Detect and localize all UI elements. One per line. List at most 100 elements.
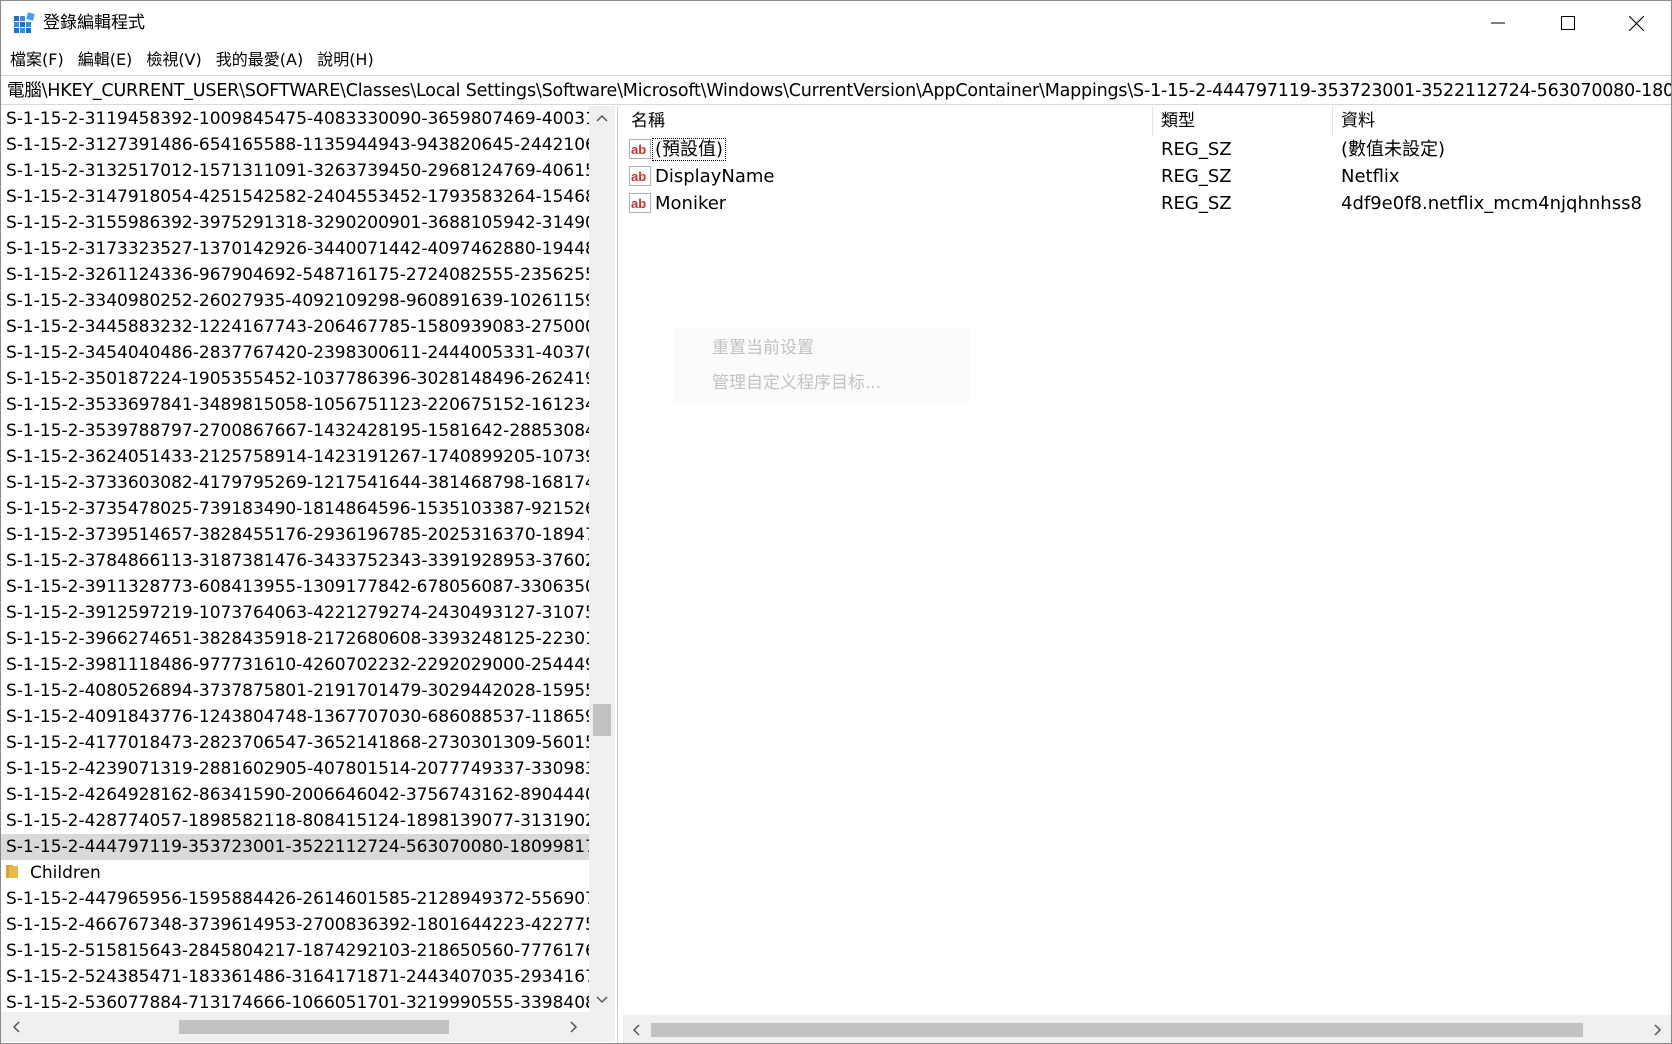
tree-item-children-folder[interactable]: Children: [1, 860, 589, 886]
tree-item[interactable]: S-1-15-2-515815643-2845804217-1874292103…: [1, 938, 589, 964]
tree-item-label: S-1-15-2-3966274651-3828435918-217268060…: [6, 629, 589, 649]
tree-item[interactable]: S-1-15-2-4239071319-2881602905-407801514…: [1, 756, 589, 782]
tree-item[interactable]: S-1-15-2-3340980252-26027935-4092109298-…: [1, 288, 589, 314]
minimize-icon: [1491, 22, 1505, 24]
values-pane: 名稱 類型 資料 ab (預設值) REG_SZ (數值未設定) ab Disp…: [623, 106, 1671, 1043]
tree-item-label: S-1-15-2-3533697841-3489815058-105675112…: [6, 395, 589, 415]
values-horizontal-scroll-thumb[interactable]: [651, 1023, 1583, 1037]
value-row-moniker[interactable]: ab Moniker REG_SZ 4df9e0f8.netflix_mcm4n…: [623, 190, 1671, 217]
tree-item[interactable]: S-1-15-2-3911328773-608413955-1309177842…: [1, 574, 589, 600]
tree-item[interactable]: S-1-15-2-4080526894-3737875801-219170147…: [1, 678, 589, 704]
close-button[interactable]: [1601, 1, 1671, 45]
tree-item-label: S-1-15-2-3261124336-967904692-548716175-…: [6, 265, 589, 285]
chevron-left-icon: [632, 1024, 640, 1036]
svg-text:ab: ab: [631, 196, 646, 211]
tree-item[interactable]: S-1-15-2-536077884-713174666-1066051701-…: [1, 990, 589, 1012]
tree-item[interactable]: S-1-15-2-3533697841-3489815058-105675112…: [1, 392, 589, 418]
tree-item[interactable]: S-1-15-2-3132517012-1571311091-326373945…: [1, 158, 589, 184]
tree-item[interactable]: S-1-15-2-4177018473-2823706547-365214186…: [1, 730, 589, 756]
tree-item[interactable]: S-1-15-2-3127391486-654165588-1135944943…: [1, 132, 589, 158]
value-type: REG_SZ: [1161, 193, 1232, 214]
tree-item[interactable]: S-1-15-2-3147918054-4251542582-240455345…: [1, 184, 589, 210]
chevron-down-icon: [596, 996, 608, 1004]
tree-item-label: S-1-15-2-466767348-3739614953-2700836392…: [6, 915, 589, 935]
string-value-icon: ab: [629, 193, 651, 213]
scroll-up-button[interactable]: [589, 106, 615, 130]
tree-item-label: Children: [30, 863, 101, 883]
tree-item[interactable]: S-1-15-2-524385471-183361486-3164171871-…: [1, 964, 589, 990]
tree-item[interactable]: S-1-15-2-3912597219-1073764063-422127927…: [1, 600, 589, 626]
value-row-displayname[interactable]: ab DisplayName REG_SZ Netflix: [623, 163, 1671, 190]
tree-item[interactable]: S-1-15-2-3784866113-3187381476-343375234…: [1, 548, 589, 574]
values-horizontal-scrollbar[interactable]: [623, 1015, 1671, 1043]
value-row-default[interactable]: ab (預設值) REG_SZ (數值未設定): [623, 136, 1671, 163]
values-scroll-left-button[interactable]: [623, 1018, 649, 1042]
registry-editor-icon: [14, 12, 35, 33]
tree-horizontal-scrollbar[interactable]: [1, 1012, 589, 1042]
scroll-right-button[interactable]: [561, 1015, 587, 1039]
tree-item[interactable]: S-1-15-2-3624051433-2125758914-142319126…: [1, 444, 589, 470]
tree-item-label: S-1-15-2-447965956-1595884426-2614601585…: [6, 889, 589, 909]
tree-item[interactable]: S-1-15-2-4264928162-86341590-2006646042-…: [1, 782, 589, 808]
tree-item[interactable]: S-1-15-2-428774057-1898582118-808415124-…: [1, 808, 589, 834]
address-path[interactable]: 電腦\HKEY_CURRENT_USER\SOFTWARE\Classes\Lo…: [7, 76, 1671, 104]
menu-edit[interactable]: 編輯(E): [71, 45, 140, 75]
menu-favorites[interactable]: 我的最愛(A): [209, 45, 310, 75]
tree-item[interactable]: S-1-15-2-3733603082-4179795269-121754164…: [1, 470, 589, 496]
tree-item[interactable]: S-1-15-2-3739514657-3828455176-293619678…: [1, 522, 589, 548]
tree-item-label: S-1-15-2-444797119-353723001-3522112724-…: [6, 837, 589, 857]
tree-vertical-scroll-thumb[interactable]: [593, 704, 611, 736]
tree-item[interactable]: S-1-15-2-3966274651-3828435918-217268060…: [1, 626, 589, 652]
tree-item[interactable]: S-1-15-2-3261124336-967904692-548716175-…: [1, 262, 589, 288]
tree-item-label: S-1-15-2-3784866113-3187381476-343375234…: [6, 551, 589, 571]
menu-help[interactable]: 說明(H): [310, 45, 381, 75]
close-icon: [1628, 15, 1644, 31]
tree-item-label: S-1-15-2-3147918054-4251542582-240455345…: [6, 187, 589, 207]
address-bar[interactable]: 電腦\HKEY_CURRENT_USER\SOFTWARE\Classes\Lo…: [1, 75, 1671, 105]
tree-item[interactable]: S-1-15-2-3539788797-2700867667-143242819…: [1, 418, 589, 444]
registry-editor-window: 登錄編輯程式 檔案(F) 編輯(E) 檢視(V) 我的最愛(A) 說明(H) 電…: [0, 0, 1672, 1044]
menu-file[interactable]: 檔案(F): [3, 45, 71, 75]
value-type: REG_SZ: [1161, 139, 1232, 160]
tree-item[interactable]: S-1-15-2-3173323527-1370142926-344007144…: [1, 236, 589, 262]
tree-vertical-scrollbar[interactable]: [589, 106, 615, 1012]
title-bar: 登錄編輯程式: [1, 1, 1671, 45]
scroll-left-button[interactable]: [3, 1015, 29, 1039]
maximize-button[interactable]: [1533, 1, 1603, 45]
value-name: Moniker: [655, 193, 727, 214]
scroll-down-button[interactable]: [589, 988, 615, 1012]
values-scroll-right-button[interactable]: [1645, 1018, 1671, 1042]
ghost-menu-item-reset: 重置当前设置: [712, 338, 814, 358]
tree-item-label: S-1-15-2-3454040486-2837767420-239830061…: [6, 343, 589, 363]
tree-horizontal-scroll-thumb[interactable]: [179, 1020, 449, 1034]
menu-view[interactable]: 檢視(V): [139, 45, 208, 75]
tree-item[interactable]: S-1-15-2-3445883232-1224167743-206467785…: [1, 314, 589, 340]
tree-item-label: S-1-15-2-3735478025-739183490-1814864596…: [6, 499, 589, 519]
menu-bar: 檔案(F) 編輯(E) 檢視(V) 我的最愛(A) 說明(H): [1, 45, 1671, 75]
chevron-right-icon: [1654, 1024, 1662, 1036]
column-header-name[interactable]: 名稱: [623, 106, 1153, 136]
scrollbar-corner: [589, 1012, 615, 1042]
tree-item[interactable]: S-1-15-2-3981118486-977731610-4260702232…: [1, 652, 589, 678]
tree-item[interactable]: S-1-15-2-3119458392-1009845475-408333009…: [1, 106, 589, 132]
tree-item[interactable]: S-1-15-2-3155986392-3975291318-329020090…: [1, 210, 589, 236]
value-data: (數值未設定): [1341, 139, 1446, 160]
faded-context-menu: 重置当前设置 管理自定义程序目标...: [676, 329, 968, 401]
minimize-button[interactable]: [1463, 1, 1533, 45]
column-header-data[interactable]: 資料: [1333, 106, 1671, 136]
tree-item[interactable]: S-1-15-2-447965956-1595884426-2614601585…: [1, 886, 589, 912]
tree-item[interactable]: S-1-15-2-4091843776-1243804748-136770703…: [1, 704, 589, 730]
window-title: 登錄編輯程式: [43, 13, 145, 33]
tree-item[interactable]: S-1-15-2-466767348-3739614953-2700836392…: [1, 912, 589, 938]
key-tree-pane: S-1-15-2-3119458392-1009845475-408333009…: [1, 106, 618, 1043]
tree-item[interactable]: S-1-15-2-350187224-1905355452-1037786396…: [1, 366, 589, 392]
tree-item-label: S-1-15-2-3445883232-1224167743-206467785…: [6, 317, 589, 337]
tree-item-label: S-1-15-2-3539788797-2700867667-143242819…: [6, 421, 589, 441]
column-header-type[interactable]: 類型: [1153, 106, 1333, 136]
tree-item[interactable]: S-1-15-2-3735478025-739183490-1814864596…: [1, 496, 589, 522]
tree-item-label: S-1-15-2-3739514657-3828455176-293619678…: [6, 525, 589, 545]
tree-item-label: S-1-15-2-3340980252-26027935-4092109298-…: [6, 291, 589, 311]
tree-item-selected[interactable]: S-1-15-2-444797119-353723001-3522112724-…: [1, 834, 589, 860]
tree-item[interactable]: S-1-15-2-3454040486-2837767420-239830061…: [1, 340, 589, 366]
tree-item-label: S-1-15-2-3173323527-1370142926-344007144…: [6, 239, 589, 259]
